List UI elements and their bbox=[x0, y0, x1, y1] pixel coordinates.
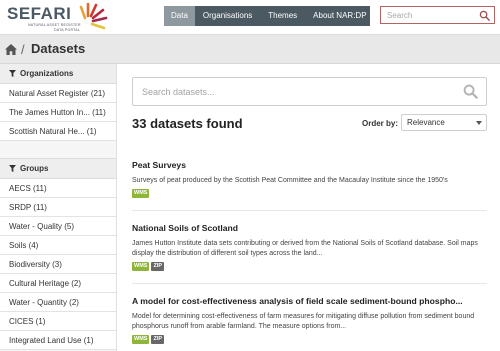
format-badge-zip[interactable]: ZIP bbox=[151, 262, 165, 271]
site-logo[interactable]: SEFARI NATURAL ASSET REGISTER DATA PORTA… bbox=[7, 2, 108, 32]
dataset-title[interactable]: National Soils of Scotland bbox=[132, 223, 487, 233]
facet-item-group[interactable]: Biodiversity (3) bbox=[0, 255, 116, 274]
dataset-description: James Hutton Institute data sets contrib… bbox=[132, 240, 478, 257]
header-search bbox=[380, 6, 495, 24]
dataset-description: Surveys of peat produced by the Scottish… bbox=[132, 177, 448, 184]
results-count: 33 datasets found bbox=[132, 116, 243, 131]
logo-text: SEFARI bbox=[7, 4, 72, 23]
main-nav: Data Organisations Themes About NAR:DP bbox=[164, 6, 370, 26]
nav-item-organisations[interactable]: Organisations bbox=[195, 6, 260, 26]
order-by-value: Relevance bbox=[407, 118, 445, 127]
facet-item-group[interactable]: SRDP (11) bbox=[0, 198, 116, 217]
facet-item-group[interactable]: Soils (4) bbox=[0, 236, 116, 255]
dataset-description: Model for determining cost-effectiveness… bbox=[132, 313, 475, 330]
dataset-results: 33 datasets found Order by: Relevance Pe… bbox=[118, 64, 500, 351]
dataset-search bbox=[132, 77, 487, 106]
nav-item-themes[interactable]: Themes bbox=[260, 6, 305, 26]
divider bbox=[132, 210, 487, 211]
facet-item-group[interactable]: AECS (11) bbox=[0, 179, 116, 198]
format-badges: WMS ZIP bbox=[132, 335, 487, 344]
search-icon[interactable] bbox=[479, 10, 490, 21]
dataset-title[interactable]: Peat Surveys bbox=[132, 160, 487, 170]
filter-icon bbox=[9, 165, 16, 172]
facet-item-group[interactable]: Integrated Land Use (1) bbox=[0, 331, 116, 350]
format-badges: WMS bbox=[132, 189, 487, 198]
breadcrumb: / Datasets bbox=[0, 34, 500, 64]
logo-subtitle-2: DATA PORTAL bbox=[54, 28, 81, 32]
filter-icon bbox=[9, 70, 16, 77]
divider bbox=[132, 283, 487, 284]
facet-item-organization[interactable]: The James Hutton In... (11) bbox=[0, 103, 116, 122]
format-badge-wms[interactable]: WMS bbox=[132, 335, 150, 344]
format-badge-zip[interactable]: ZIP bbox=[151, 335, 165, 344]
dataset-search-input[interactable] bbox=[133, 78, 453, 105]
facet-item-organization[interactable]: Scottish Natural He... (1) bbox=[0, 122, 116, 141]
sunburst-logo-icon bbox=[79, 2, 108, 30]
facet-heading-groups: Groups bbox=[0, 159, 116, 179]
site-header: SEFARI NATURAL ASSET REGISTER DATA PORTA… bbox=[0, 0, 500, 34]
dataset-item: A model for cost-effectiveness analysis … bbox=[132, 296, 487, 344]
facet-item-group[interactable]: Water - Quality (5) bbox=[0, 217, 116, 236]
facet-heading-label: Organizations bbox=[20, 68, 74, 78]
dataset-title[interactable]: A model for cost-effectiveness analysis … bbox=[132, 296, 487, 306]
format-badges: WMS ZIP bbox=[132, 262, 487, 271]
facet-item-group[interactable]: CICES (1) bbox=[0, 312, 116, 331]
order-by-label: Order by: bbox=[362, 119, 399, 128]
logo-subtitle-1: NATURAL ASSET REGISTER bbox=[28, 23, 81, 27]
caret-down-icon bbox=[476, 121, 482, 125]
search-icon[interactable] bbox=[463, 84, 478, 99]
dataset-item: National Soils of Scotland James Hutton … bbox=[132, 223, 487, 271]
breadcrumb-separator: / bbox=[21, 42, 25, 57]
nav-item-about[interactable]: About NAR:DP bbox=[305, 6, 374, 26]
nav-item-data[interactable]: Data bbox=[164, 6, 195, 26]
dataset-item: Peat Surveys Surveys of peat produced by… bbox=[132, 160, 487, 198]
facet-spacer bbox=[0, 141, 116, 159]
format-badge-wms[interactable]: WMS bbox=[132, 189, 150, 198]
format-badge-wms[interactable]: WMS bbox=[132, 262, 150, 271]
facet-item-group[interactable]: Cultural Heritage (2) bbox=[0, 274, 116, 293]
home-icon[interactable] bbox=[5, 44, 17, 55]
breadcrumb-current[interactable]: Datasets bbox=[31, 41, 85, 56]
header-search-input[interactable] bbox=[381, 7, 476, 23]
facet-heading-organizations: Organizations bbox=[0, 64, 116, 84]
facet-item-group[interactable]: Water - Quantity (2) bbox=[0, 293, 116, 312]
order-by-select[interactable]: Relevance bbox=[401, 114, 487, 131]
facet-item-organization[interactable]: Natural Asset Register (21) bbox=[0, 84, 116, 103]
facet-sidebar: Organizations Natural Asset Register (21… bbox=[0, 64, 117, 351]
facet-heading-label: Groups bbox=[20, 163, 49, 173]
